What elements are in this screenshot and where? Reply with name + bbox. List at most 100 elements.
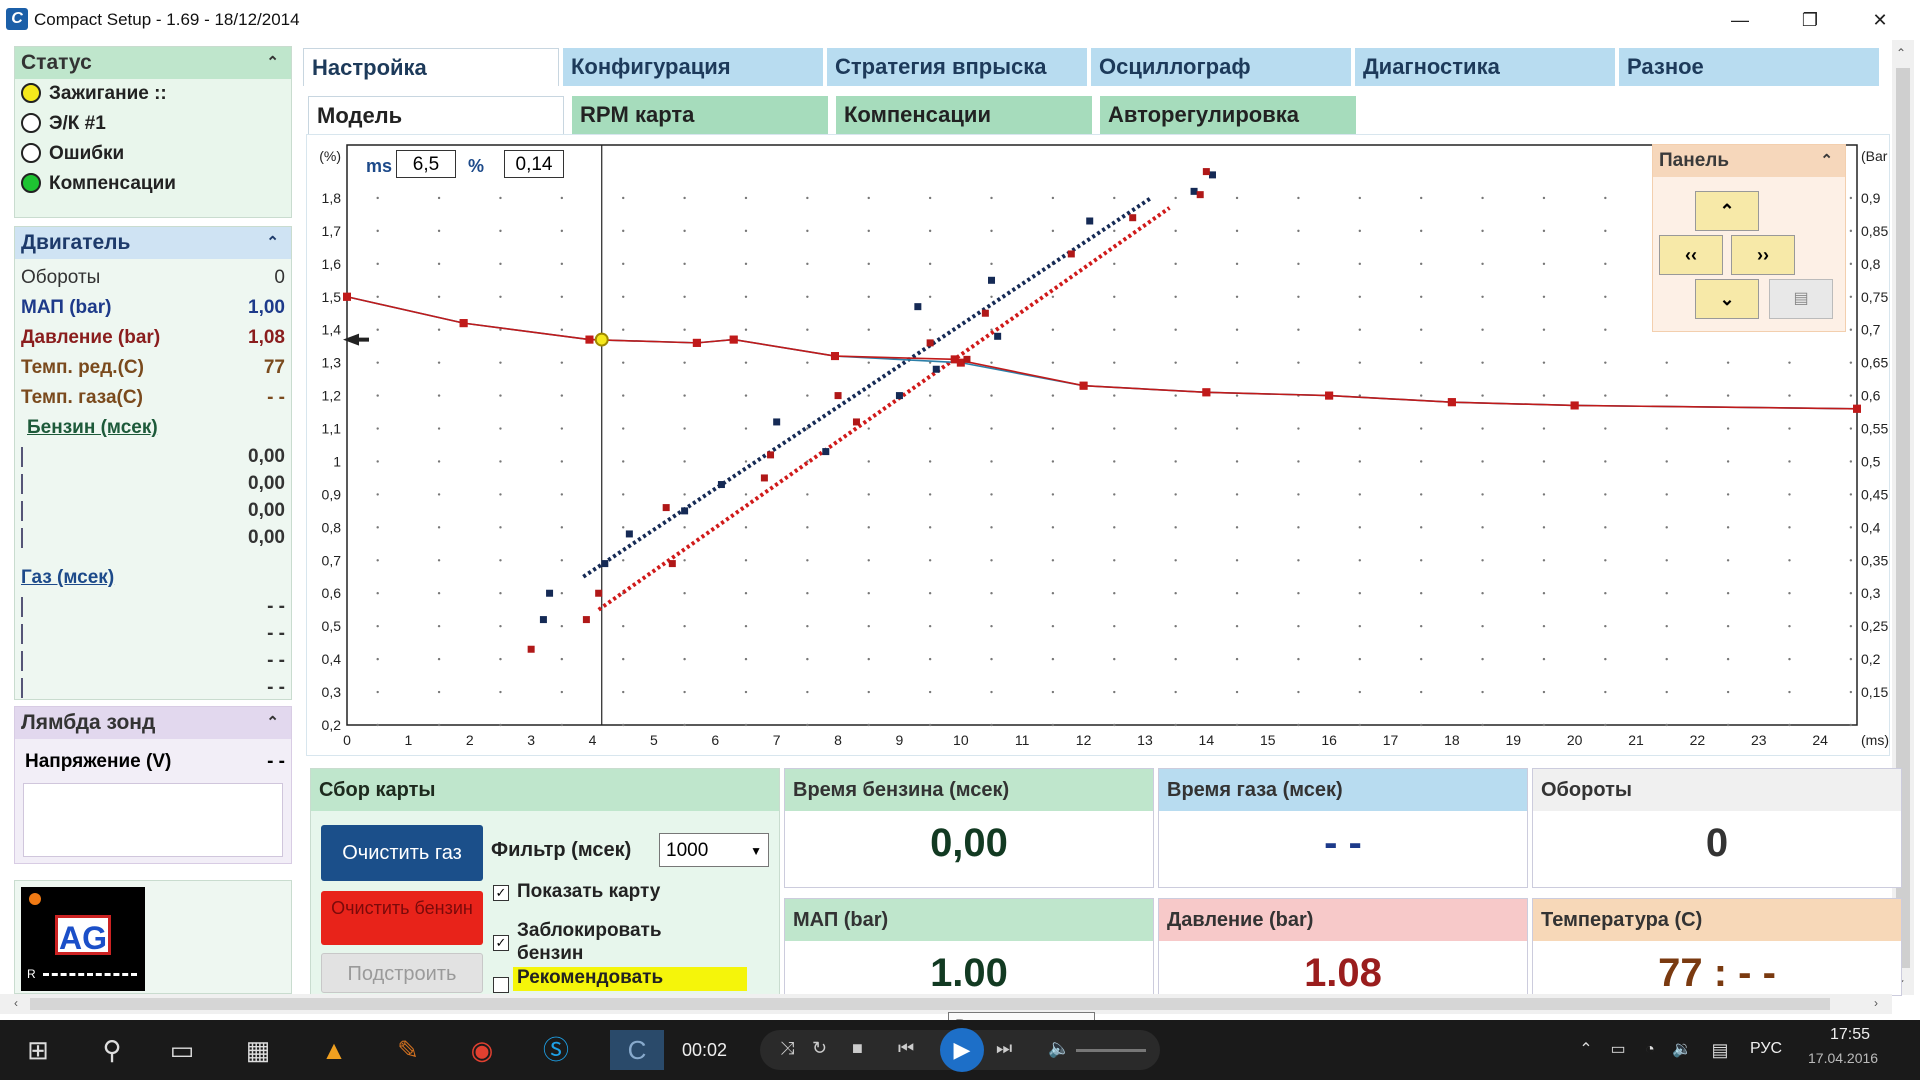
grid-dot [1297, 295, 1300, 298]
grid-dot [1419, 723, 1423, 727]
grid-dot [1726, 592, 1730, 595]
status-header[interactable]: Статус ⌃ [15, 47, 291, 79]
grid-dot [1051, 460, 1055, 463]
tab-sub-1[interactable]: RPM карта [572, 96, 828, 134]
ms-field[interactable]: 6,5 [396, 150, 456, 178]
engine-row-label: МАП (bar) [21, 297, 112, 318]
engine-header[interactable]: Двигатель ⌃ [15, 227, 291, 259]
x-tick-label: 19 [1505, 732, 1521, 748]
readout-value: 0 [1705, 821, 1729, 865]
lambda-header[interactable]: Лямбда зонд ⌃ [15, 707, 291, 739]
restore-button[interactable]: ❐ [1785, 4, 1835, 36]
compact-setup-taskbar-icon[interactable]: C [610, 1030, 664, 1070]
notifications-icon[interactable]: ▤ [1700, 1030, 1740, 1070]
grid-dot [1604, 295, 1607, 298]
language-indicator[interactable]: РУС [1750, 1040, 1782, 1058]
clear-gas-button[interactable]: Очистить газ [321, 825, 483, 881]
grid-dot [928, 229, 932, 233]
hscroll-thumb[interactable] [30, 998, 1830, 1010]
clear-petrol-button[interactable]: Очистить бензин [321, 891, 483, 945]
paint-icon[interactable]: ✎ [388, 1030, 428, 1070]
x-tick-label: 16 [1321, 732, 1337, 748]
tab-sub-0[interactable]: Модель [308, 96, 564, 134]
scatter-point [1190, 187, 1198, 195]
grid-dot [1358, 723, 1362, 727]
scroll-right-icon[interactable]: › [1874, 996, 1878, 1010]
scroll-up-icon[interactable]: ⌃ [1896, 46, 1906, 60]
x-tick-label: 2 [466, 732, 474, 748]
grid-dot [1481, 229, 1484, 233]
stop-icon[interactable]: ■ [852, 1038, 863, 1059]
close-button[interactable]: ✕ [1855, 4, 1905, 36]
channel-value: 0,00 [248, 500, 285, 521]
tab-main-2[interactable]: Стратегия впрыска [827, 48, 1087, 86]
tab-main-3[interactable]: Осциллограф [1091, 48, 1351, 86]
grid-dot [1542, 657, 1546, 661]
grid-dot [1113, 262, 1116, 266]
petrol-rows: 0,00 0,00 0,00 0,00 [15, 443, 291, 551]
shuffle-icon[interactable]: ⤨ [780, 1038, 794, 1059]
y-tick-label: 1,8 [322, 190, 342, 206]
filter-select[interactable]: 1000 ▼ [659, 833, 769, 867]
tab-main-5[interactable]: Разное [1619, 48, 1879, 86]
y-right-tick-label: 0,55 [1861, 421, 1888, 437]
horizontal-scrollbar[interactable]: ‹ › [0, 994, 1892, 1014]
nav-up-button[interactable]: ⌃ [1695, 191, 1759, 231]
channel-row: - - [15, 647, 291, 674]
volume-slider[interactable] [1076, 1049, 1146, 1052]
show-map-checkbox[interactable]: ✓ [493, 885, 509, 901]
petrol-link[interactable]: Бензин (мсек) [15, 413, 291, 443]
clock-date[interactable]: 17.04.2016 [1808, 1050, 1878, 1066]
tab-sub-3[interactable]: Авторегулировка [1100, 96, 1356, 134]
nav-right-button[interactable]: ›› [1731, 235, 1795, 275]
grid-dot [806, 657, 809, 661]
collapse-icon[interactable]: ⌃ [266, 227, 279, 259]
clock-time[interactable]: 17:55 [1830, 1026, 1870, 1044]
pct-field[interactable]: 0,14 [504, 150, 564, 178]
nav-down-button[interactable]: ⌄ [1695, 279, 1759, 319]
nav-left-button[interactable]: ‹‹ [1659, 235, 1723, 275]
grid-dot [1604, 328, 1607, 331]
grid-dot [990, 460, 993, 463]
grid-dot [1113, 559, 1116, 562]
channel-row: - - [15, 674, 291, 701]
tab-sub-2[interactable]: Компенсации [836, 96, 1092, 134]
filter-value: 1000 [666, 840, 709, 861]
x-tick-label: 10 [953, 732, 969, 748]
scatter-point [994, 332, 1002, 340]
repeat-icon[interactable]: ↻ [812, 1038, 827, 1059]
next-icon[interactable]: ⏭ [996, 1038, 1012, 1059]
grid-dot [928, 592, 932, 595]
nav-panel-title: Панель [1659, 150, 1730, 171]
grid-dot [1358, 295, 1362, 298]
grid-dot [1849, 295, 1853, 298]
previous-icon[interactable]: ⏮ [898, 1038, 914, 1059]
nav-panel-header[interactable]: Панель ⌃ [1653, 145, 1845, 177]
recommend-checkbox[interactable] [493, 977, 509, 993]
chrome-icon[interactable]: ◉ [462, 1030, 502, 1070]
calculator-icon[interactable]: ▦ [238, 1030, 278, 1070]
play-icon[interactable]: ▶ [940, 1028, 984, 1072]
adjust-button[interactable]: Подстроить [321, 953, 483, 993]
lock-petrol-checkbox[interactable]: ✓ [493, 935, 509, 951]
scroll-left-icon[interactable]: ‹ [14, 996, 18, 1010]
avast-icon[interactable]: ▲ [314, 1030, 354, 1070]
tab-main-4[interactable]: Диагностика [1355, 48, 1615, 86]
gas-link[interactable]: Газ (мсек) [15, 563, 291, 593]
search-icon[interactable]: ⚲ [92, 1030, 132, 1070]
grid-dot [1419, 229, 1423, 233]
skype-icon[interactable]: Ⓢ [536, 1030, 576, 1070]
windows-start-icon[interactable]: ⊞ [18, 1030, 58, 1070]
speaker-icon[interactable]: 🔉 [1662, 1030, 1702, 1070]
grid-dot [1481, 723, 1484, 727]
volume-icon[interactable]: 🔈 [1048, 1038, 1070, 1059]
minimize-button[interactable]: — [1715, 4, 1765, 36]
task-view-icon[interactable]: ▭ [162, 1030, 202, 1070]
collapse-icon[interactable]: ⌃ [1820, 145, 1833, 177]
collapse-icon[interactable]: ⌃ [266, 47, 279, 79]
tab-main-0[interactable]: Настройка [303, 48, 559, 86]
clipboard-button[interactable]: ▤ [1769, 279, 1833, 319]
collapse-icon[interactable]: ⌃ [266, 707, 279, 739]
tab-main-1[interactable]: Конфигурация [563, 48, 823, 86]
grid-dot [560, 493, 564, 496]
